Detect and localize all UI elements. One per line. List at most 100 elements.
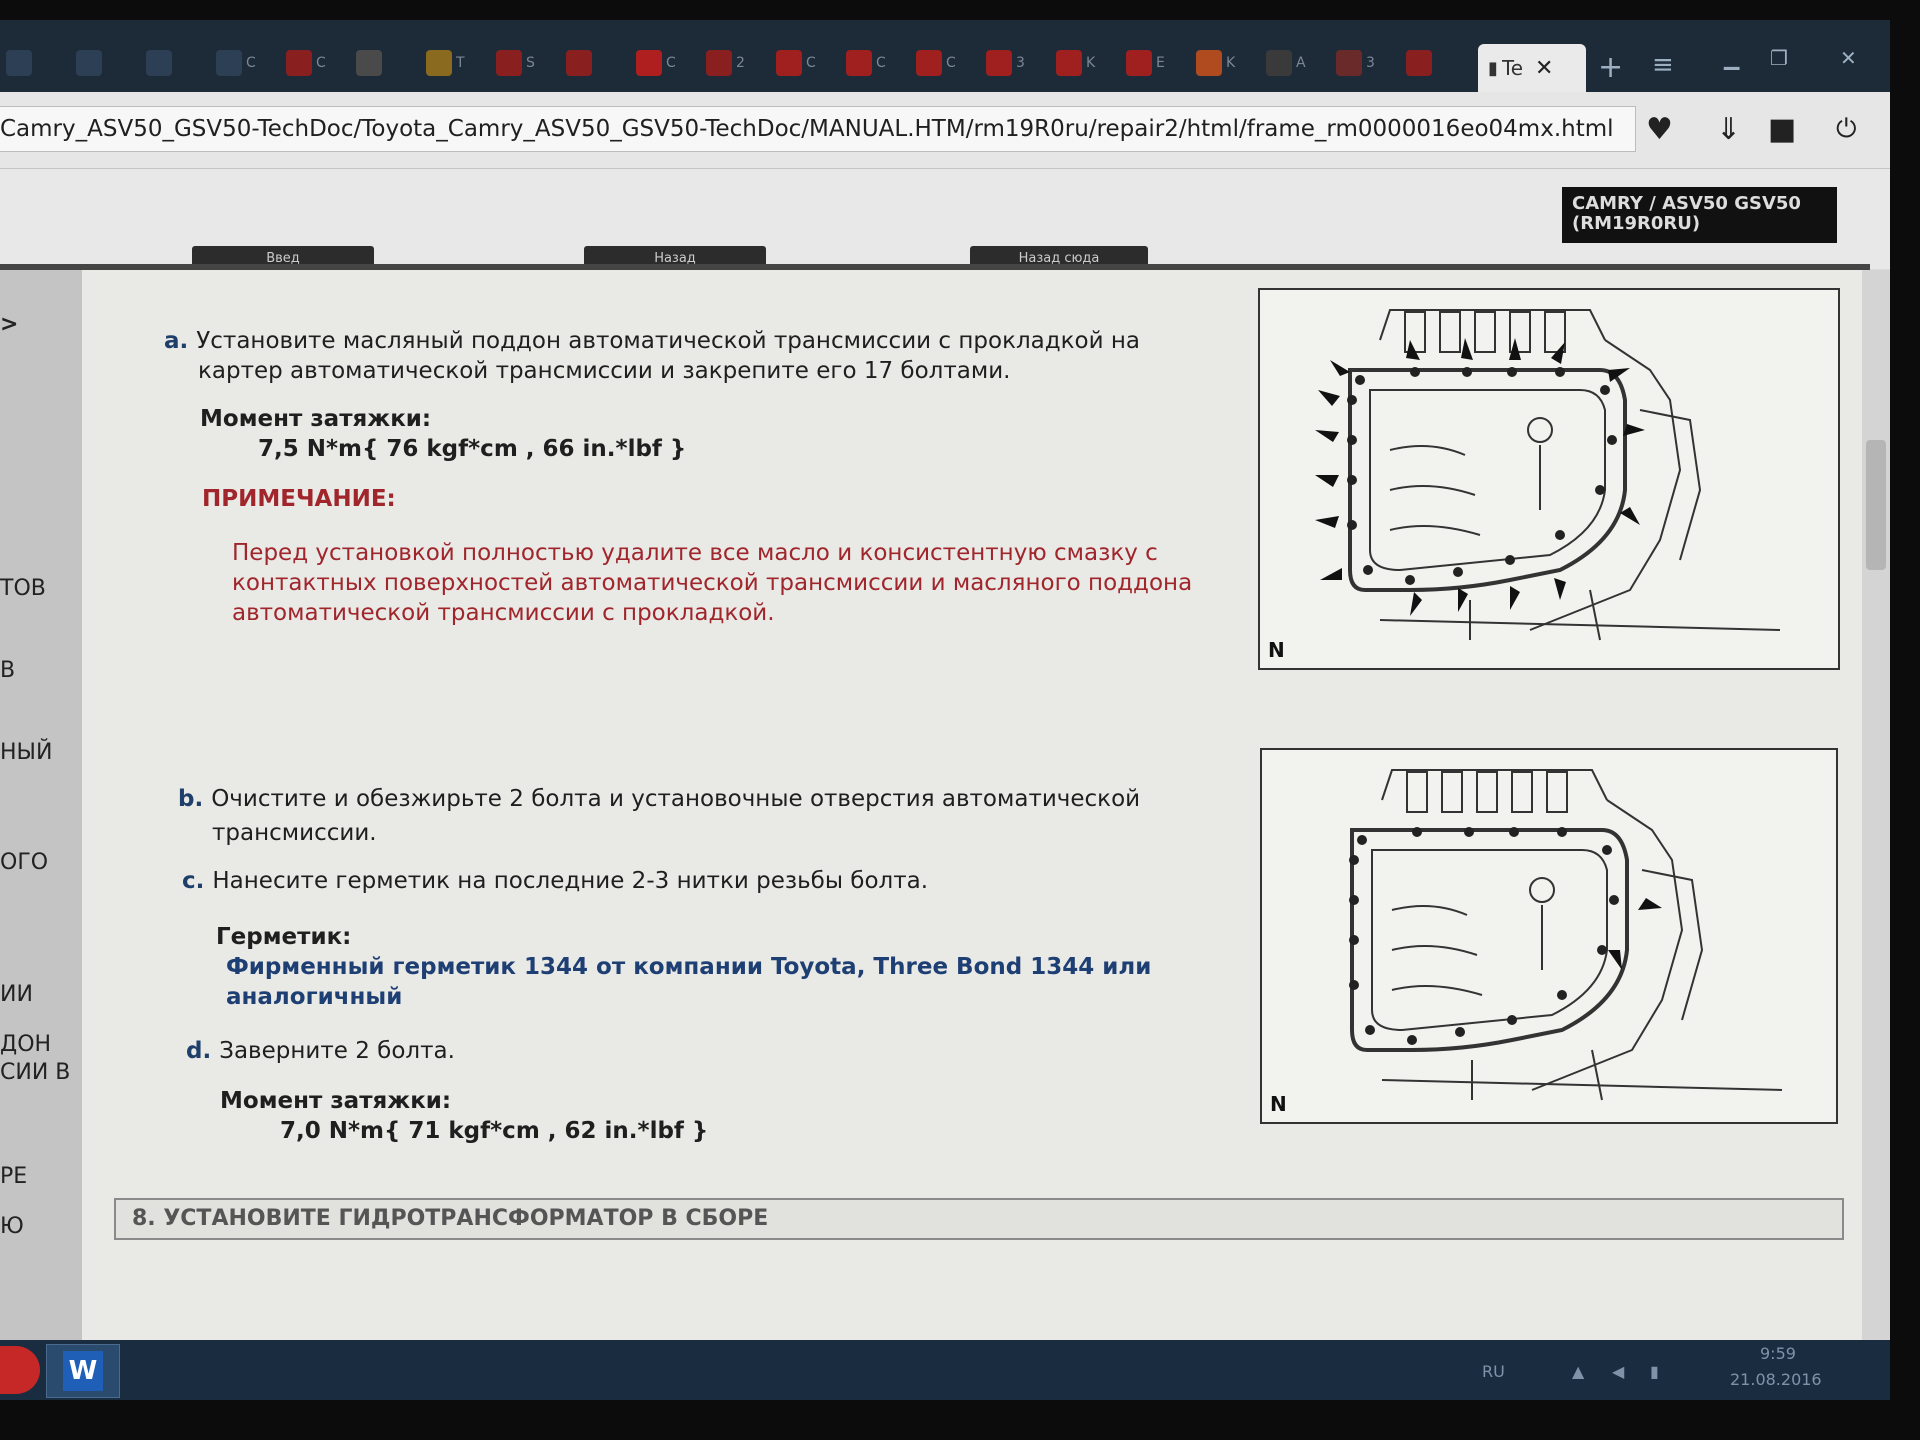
browser-tab[interactable]: 3 — [1336, 42, 1394, 84]
sealant-line1: Фирменный герметик 1344 от компании Toyo… — [226, 954, 1152, 980]
browser-tab[interactable]: 3 — [986, 42, 1044, 84]
browser-tab[interactable] — [6, 42, 64, 84]
shield-icon — [776, 50, 802, 76]
step-d: d. Заверните 2 болта. — [186, 1036, 455, 1066]
a-logo-icon — [1406, 50, 1432, 76]
window-icon — [6, 50, 32, 76]
network-icon[interactable]: ▲ — [1572, 1362, 1584, 1381]
browser-tab[interactable]: K — [1196, 42, 1254, 84]
browser-tab-label: 3 — [1016, 55, 1025, 71]
address-toolbar: Camry_ASV50_GSV50-TechDoc/Toyota_Camry_A… — [0, 92, 1890, 169]
word-icon: W — [63, 1351, 103, 1391]
browser-tab-label: C — [666, 55, 676, 71]
power-icon — [286, 50, 312, 76]
step-a-line1: Установите масляный поддон автоматическо… — [196, 328, 1141, 354]
sealant-bolt-diagram: N — [1260, 748, 1838, 1124]
active-tab[interactable]: ▮ Te ✕ — [1478, 44, 1586, 92]
scrollbar-thumb[interactable] — [1866, 440, 1886, 570]
sidebar-item[interactable]: РЕ — [0, 1164, 27, 1189]
model-name: CAMRY / ASV50 GSV50 — [1572, 193, 1801, 214]
close-tab-icon[interactable]: ✕ — [1535, 56, 1553, 81]
sidebar-item[interactable]: НЫЙ — [0, 740, 52, 765]
step-b: b. Очистите и обезжирьте 2 болта и устано… — [178, 784, 1140, 814]
browser-tab-strip: C C T S C 2 C C C 3 K E K A 3 ▮ Te ✕ + ≡ ▁ ❐ ✕ — [0, 20, 1890, 92]
taskbar-word-button[interactable]: W — [46, 1344, 120, 1398]
minimize-icon[interactable]: ▁ — [1724, 46, 1739, 70]
sidebar-item[interactable]: Ю — [0, 1214, 24, 1239]
nav-tab-back[interactable]: Назад — [584, 246, 766, 266]
step-c-marker: c. — [182, 868, 205, 894]
heart-icon[interactable]: ♥ — [1646, 112, 1673, 147]
step-b-line1: Очистите и обезжирьте 2 болта и установо… — [211, 786, 1141, 812]
browser-tab[interactable] — [356, 42, 414, 84]
note-line3: автоматической трансмиссии с прокладкой. — [232, 600, 775, 626]
tray-language[interactable]: RU — [1482, 1362, 1505, 1381]
sidebar-item[interactable]: СИИ В — [0, 1060, 70, 1085]
tray-time[interactable]: 9:59 — [1760, 1344, 1796, 1363]
browser-tab[interactable]: C — [916, 42, 974, 84]
sidebar-item[interactable]: В — [0, 658, 15, 683]
browser-tab[interactable]: A — [1266, 42, 1324, 84]
browser-tab[interactable] — [566, 42, 624, 84]
extension-icon[interactable]: ■ — [1768, 112, 1796, 147]
next-section-link[interactable]: 8. УСТАНОВИТЕ ГИДРОТРАНСФОРМАТОР В СБОРЕ — [114, 1198, 1844, 1240]
browser-tab[interactable]: K — [1056, 42, 1114, 84]
new-tab-button[interactable]: + — [1598, 50, 1623, 85]
maximize-icon[interactable]: ❐ — [1770, 46, 1788, 70]
browser-tab[interactable]: T — [426, 42, 484, 84]
nav-tab-back-here[interactable]: Назад сюда — [970, 246, 1148, 266]
url-field[interactable]: Camry_ASV50_GSV50-TechDoc/Toyota_Camry_A… — [0, 106, 1636, 152]
sidebar-item[interactable]: ИИ — [0, 982, 33, 1007]
browser-tab[interactable]: C — [286, 42, 344, 84]
tab-list-menu-button[interactable]: ≡ — [1652, 50, 1674, 80]
window-icon — [146, 50, 172, 76]
shield-icon — [1056, 50, 1082, 76]
download-icon[interactable]: ⇓ — [1716, 112, 1741, 147]
browser-tab[interactable] — [146, 42, 204, 84]
flag-icon — [1196, 50, 1222, 76]
browser-tab[interactable]: E — [1126, 42, 1184, 84]
step-d-marker: d. — [186, 1038, 212, 1064]
browser-tab[interactable]: C — [216, 42, 274, 84]
sidebar-item[interactable]: ОГО — [0, 850, 48, 875]
sidebar-expand-icon[interactable]: > — [0, 312, 18, 337]
browser-tab[interactable]: C — [776, 42, 834, 84]
page-scrollbar[interactable] — [1862, 270, 1890, 1340]
browser-tab[interactable]: S — [496, 42, 554, 84]
sealant-line2: аналогичный — [226, 984, 403, 1010]
shield-icon — [986, 50, 1012, 76]
step-a-line2: картер автоматической трансмиссии и закр… — [198, 358, 1011, 384]
browser-tab-label: A — [1296, 55, 1306, 71]
nav-tab-intro[interactable]: Введ — [192, 246, 374, 266]
browser-tab[interactable]: C — [636, 42, 694, 84]
volume-icon[interactable]: ◀ — [1612, 1362, 1624, 1381]
v-logo-icon — [636, 50, 662, 76]
signal-icon[interactable]: ▮ — [1650, 1362, 1659, 1381]
browser-tab-label: C — [246, 55, 256, 71]
browser-tab[interactable]: C — [846, 42, 904, 84]
oil-pan-drawing-2 — [1349, 769, 1783, 1101]
shield-icon — [1126, 50, 1152, 76]
browser-tab-label: T — [456, 55, 465, 71]
window-close-icon[interactable]: ✕ — [1840, 46, 1857, 70]
step-a: a. Установите масляный поддон автоматичес… — [164, 326, 1140, 356]
note-line1: Перед установкой полностью удалите все м… — [232, 540, 1158, 566]
tray-date[interactable]: 21.08.2016 — [1730, 1370, 1822, 1389]
document-icon: ▮ — [1488, 57, 1498, 79]
browser-tab-label: E — [1156, 55, 1165, 71]
oil-pan-drawing — [1315, 309, 1781, 641]
figure1-label: N — [1268, 638, 1285, 662]
browser-tab[interactable] — [76, 42, 134, 84]
shield-icon — [846, 50, 872, 76]
browser-tab[interactable] — [1406, 42, 1464, 84]
pin-icon — [216, 50, 242, 76]
model-badge: CAMRY / ASV50 GSV50 (RM19R0RU) — [1562, 187, 1837, 243]
start-button[interactable] — [0, 1346, 40, 1394]
browser-tab[interactable]: 2 — [706, 42, 764, 84]
sealant-label: Герметик: — [216, 924, 352, 950]
browser-tab-label: K — [1226, 55, 1236, 71]
sidebar-item[interactable]: ТОВ — [0, 576, 46, 601]
browser-tab-label: C — [806, 55, 816, 71]
power-icon[interactable]: ⏻ — [1836, 114, 1857, 145]
sidebar-item[interactable]: ДОН — [0, 1032, 51, 1057]
